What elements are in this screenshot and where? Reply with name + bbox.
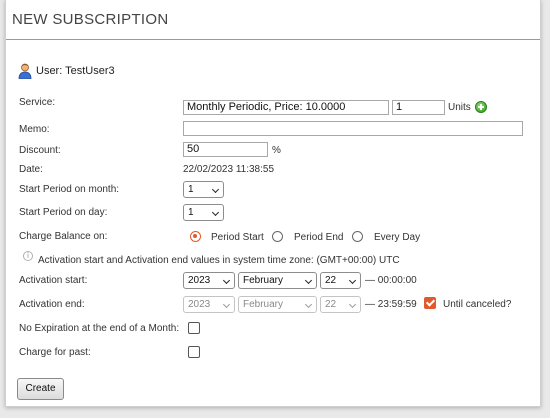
radio-every-day-label: Every Day [374,232,421,243]
units-input[interactable]: 1 [392,100,445,115]
add-service-icon[interactable] [475,101,487,113]
timezone-note: Activation start and Activation end valu… [38,255,400,266]
title-divider [6,39,540,40]
activation-start-month-select[interactable]: February [238,272,317,289]
user-label: User: TestUser3 [36,65,115,77]
activation-start-day-select[interactable]: 22 [320,272,361,289]
charge-balance-label: Charge Balance on: [19,231,108,242]
until-canceled-label: Until canceled? [443,299,512,310]
activation-start-year-select[interactable]: 2023 [183,272,235,289]
new-subscription-dialog: NEW SUBSCRIPTION User: TestUser3 Service… [5,0,541,407]
start-day-value: 1 [188,207,194,218]
activation-end-day: 22 [325,299,337,310]
date-label: Date: [19,164,43,175]
discount-label: Discount: [19,145,61,156]
chevron-down-icon [348,300,357,309]
start-month-label: Start Period on month: [19,184,120,195]
chevron-down-icon [211,208,220,217]
activation-start-label: Activation start: [19,275,88,286]
activation-end-year: 2023 [188,299,211,310]
info-icon: i [23,251,33,261]
no-expiration-label: No Expiration at the end of a Month: [19,323,180,334]
start-month-value: 1 [188,184,194,195]
activation-end-day-select[interactable]: 22 [320,296,361,313]
discount-percent: % [272,145,281,156]
until-canceled-checkbox[interactable] [424,297,436,309]
charge-for-past-label: Charge for past: [19,347,91,358]
activation-end-label: Activation end: [19,299,85,310]
units-label: Units [448,102,471,113]
activation-end-month-select[interactable]: February [238,296,317,313]
radio-every-day[interactable] [352,231,363,242]
dialog-title: NEW SUBSCRIPTION [12,11,169,28]
radio-period-start[interactable] [190,231,201,242]
activation-end-month: February [243,299,284,310]
service-label: Service: [19,97,56,108]
memo-label: Memo: [19,124,50,135]
activation-start-time: — 00:00:00 [365,275,417,286]
start-month-select[interactable]: 1 [183,181,224,198]
service-field[interactable]: Monthly Periodic, Price: 10.0000 [183,100,389,115]
chevron-down-icon [222,300,231,309]
user-row: User: TestUser3 [18,63,115,79]
chevron-down-icon [304,276,313,285]
start-day-label: Start Period on day: [19,207,108,218]
radio-period-end[interactable] [272,231,283,242]
radio-period-start-label: Period Start [211,232,264,243]
charge-for-past-checkbox[interactable] [188,346,200,358]
chevron-down-icon [304,300,313,309]
create-button[interactable]: Create [17,378,64,400]
activation-start-day: 22 [325,275,337,286]
discount-input[interactable]: 50 [183,142,268,157]
date-value: 22/02/2023 11:38:55 [183,164,275,175]
memo-input[interactable] [183,121,523,136]
activation-start-year: 2023 [188,275,211,286]
activation-start-month: February [243,275,284,286]
activation-end-time: — 23:59:59 [365,299,417,310]
radio-period-end-label: Period End [294,232,344,243]
chevron-down-icon [222,276,231,285]
chevron-down-icon [348,276,357,285]
chevron-down-icon [211,185,220,194]
activation-end-year-select[interactable]: 2023 [183,296,235,313]
user-icon [18,63,32,79]
no-expiration-checkbox[interactable] [188,322,200,334]
start-day-select[interactable]: 1 [183,204,224,221]
